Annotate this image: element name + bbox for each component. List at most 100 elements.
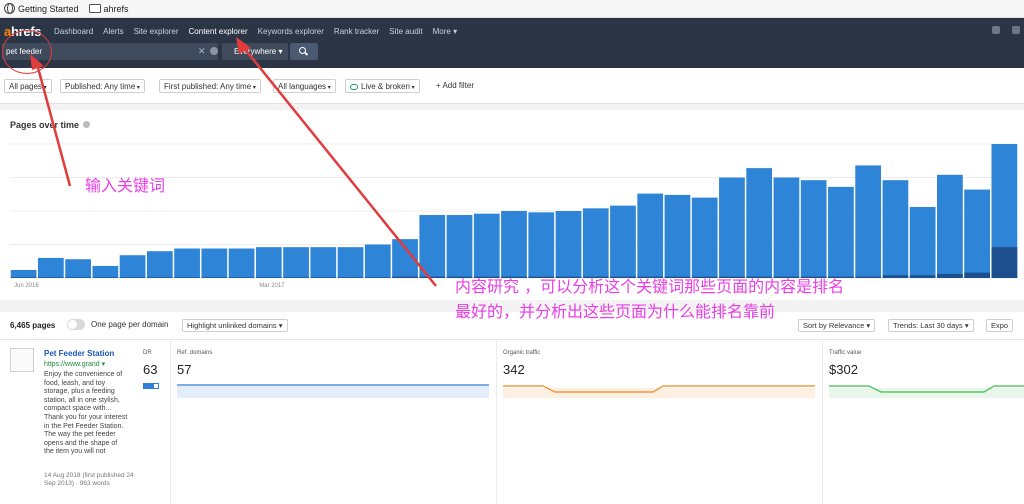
- bookmark-label: ahrefs: [103, 3, 129, 14]
- bar-total[interactable]: [92, 265, 119, 278]
- nav-dashboard[interactable]: Dashboard: [54, 27, 93, 36]
- bar-segment[interactable]: [364, 277, 391, 278]
- filter-bar: All pages Published: Any time First publ…: [0, 68, 1024, 104]
- bar-total[interactable]: [582, 208, 609, 278]
- bar-segment[interactable]: [392, 276, 418, 278]
- ref-domains-sparkline: [177, 384, 489, 398]
- bar-total[interactable]: [10, 269, 37, 278]
- bar-total[interactable]: [909, 206, 936, 278]
- bar-segment[interactable]: [964, 272, 991, 278]
- bar-total[interactable]: [691, 197, 718, 278]
- highlight-unlinked-button[interactable]: Highlight unlinked domains ▾: [182, 319, 288, 332]
- bar-segment[interactable]: [174, 277, 200, 278]
- add-filter-button[interactable]: + Add filter: [436, 81, 474, 90]
- result-title[interactable]: Pet Feeder Station: [44, 349, 114, 358]
- bar-total[interactable]: [473, 213, 500, 278]
- bar-total[interactable]: [800, 180, 827, 278]
- bar-total[interactable]: [337, 247, 364, 278]
- live-broken-filter[interactable]: Live & broken: [345, 79, 420, 93]
- bar-segment[interactable]: [283, 277, 309, 278]
- bar-total[interactable]: [310, 247, 337, 278]
- bar-segment[interactable]: [10, 277, 37, 278]
- metric-traffic-value: Traffic value $302: [822, 340, 1024, 504]
- pages-over-time-panel: Pages over time Jun 2016 Mar 2017: [0, 110, 1024, 300]
- bar-segment[interactable]: [92, 277, 119, 278]
- first-published-filter[interactable]: First published: Any time: [159, 79, 261, 93]
- all-pages-filter[interactable]: All pages: [4, 79, 52, 93]
- x-tick-label: Jun 2016: [14, 283, 39, 289]
- bookmark-ahrefs[interactable]: ahrefs: [88, 3, 129, 14]
- nav-alerts[interactable]: Alerts: [103, 27, 123, 36]
- bar-total[interactable]: [882, 180, 909, 278]
- bar-total[interactable]: [855, 165, 882, 278]
- bar-total[interactable]: [37, 257, 64, 278]
- bar-total[interactable]: [664, 194, 691, 278]
- search-button[interactable]: [290, 43, 318, 60]
- bar-total[interactable]: [610, 205, 636, 278]
- bar-segment[interactable]: [119, 277, 146, 278]
- published-filter[interactable]: Published: Any time: [60, 79, 145, 93]
- help-icon[interactable]: [210, 47, 218, 55]
- page-thumbnail[interactable]: [10, 348, 34, 372]
- bar-segment[interactable]: [909, 275, 936, 278]
- trends-dropdown[interactable]: Trends: Last 30 days ▾: [888, 319, 974, 332]
- bar-total[interactable]: [937, 174, 963, 278]
- bar-total[interactable]: [528, 212, 555, 278]
- bar-total[interactable]: [174, 248, 200, 278]
- globe-icon: [4, 3, 15, 14]
- account-icon[interactable]: [1012, 26, 1020, 34]
- bar-total[interactable]: [283, 247, 309, 278]
- result-meta: 14 Aug 2018 (first published 24 Sep 2013…: [44, 472, 134, 487]
- bookmark-getting-started[interactable]: Getting Started: [4, 3, 79, 14]
- bar-total[interactable]: [364, 244, 391, 279]
- bar-total[interactable]: [555, 211, 582, 278]
- nav-keywords-explorer[interactable]: Keywords explorer: [258, 27, 324, 36]
- bar-segment[interactable]: [419, 276, 446, 278]
- result-url[interactable]: https://www.grand ▾: [44, 360, 105, 368]
- languages-filter[interactable]: All languages: [273, 79, 336, 93]
- bar-segment[interactable]: [991, 247, 1018, 278]
- bar-segment[interactable]: [855, 276, 882, 278]
- nav-content-explorer[interactable]: Content explorer: [189, 27, 248, 36]
- bar-total[interactable]: [146, 251, 173, 278]
- bell-icon[interactable]: [992, 26, 1000, 34]
- bar-total[interactable]: [392, 239, 418, 278]
- bar-total[interactable]: [964, 189, 991, 278]
- clear-icon[interactable]: ✕: [198, 46, 206, 57]
- bar-segment[interactable]: [201, 277, 228, 278]
- scope-dropdown[interactable]: Everywhere ▾: [222, 43, 288, 60]
- bar-total[interactable]: [746, 168, 773, 278]
- bar-total[interactable]: [446, 215, 473, 278]
- bar-total[interactable]: [119, 255, 146, 278]
- sort-dropdown[interactable]: Sort by Relevance ▾: [798, 319, 876, 332]
- bar-total[interactable]: [255, 247, 282, 278]
- bar-segment[interactable]: [255, 277, 282, 278]
- bar-total[interactable]: [501, 211, 527, 278]
- export-button[interactable]: Expo: [986, 319, 1014, 332]
- bar-total[interactable]: [719, 177, 745, 279]
- bar-segment[interactable]: [146, 277, 173, 278]
- bar-total[interactable]: [773, 177, 800, 279]
- bar-segment[interactable]: [65, 277, 91, 278]
- bar-total[interactable]: [637, 193, 664, 278]
- bar-segment[interactable]: [310, 277, 337, 278]
- bar-segment[interactable]: [937, 273, 963, 278]
- bar-total[interactable]: [828, 186, 854, 278]
- nav-rank-tracker[interactable]: Rank tracker: [334, 27, 379, 36]
- bar-total[interactable]: [228, 248, 255, 278]
- one-page-toggle[interactable]: [67, 319, 85, 330]
- bookmark-label: Getting Started: [18, 3, 79, 14]
- info-icon[interactable]: [83, 121, 91, 128]
- bar-segment[interactable]: [337, 277, 364, 278]
- bar-total[interactable]: [419, 215, 446, 278]
- bar-total[interactable]: [201, 248, 228, 278]
- bar-segment[interactable]: [228, 277, 255, 278]
- annotation-research-line2: 最好的，并分析出这些页面为什么能排名靠前: [455, 302, 776, 321]
- bar-segment[interactable]: [37, 277, 64, 278]
- metric-label: Traffic value: [829, 350, 862, 356]
- bar-total[interactable]: [65, 259, 91, 278]
- nav-more[interactable]: More ▾: [433, 27, 457, 36]
- nav-site-audit[interactable]: Site audit: [389, 27, 422, 36]
- bar-segment[interactable]: [882, 275, 909, 278]
- nav-site-explorer[interactable]: Site explorer: [134, 27, 179, 36]
